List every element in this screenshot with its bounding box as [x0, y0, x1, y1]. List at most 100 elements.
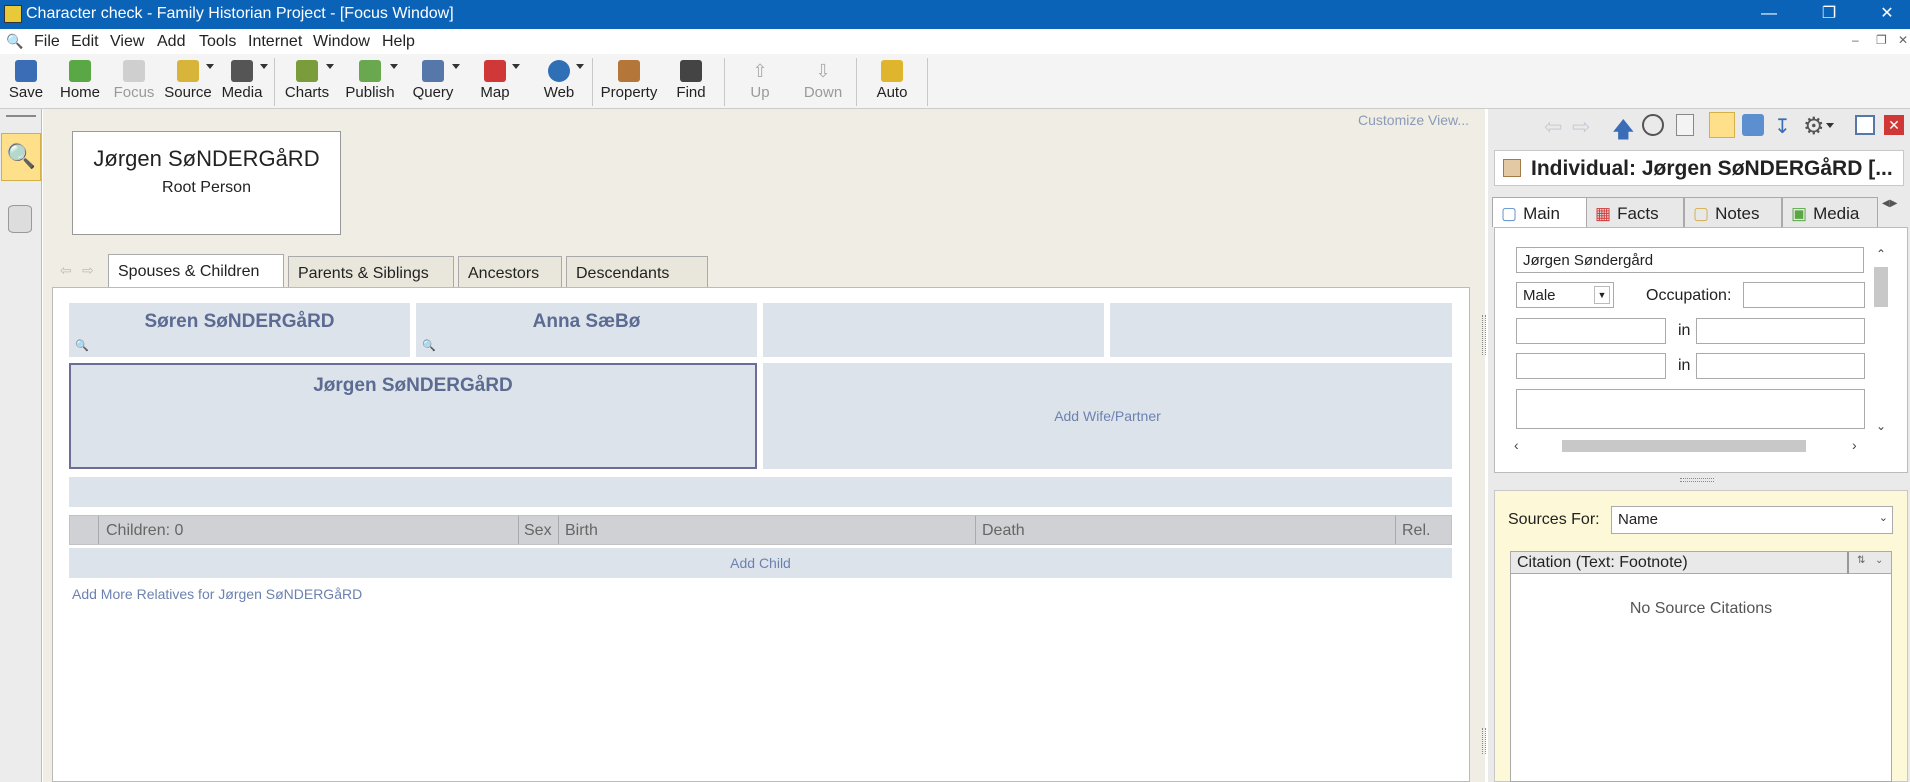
- query-button[interactable]: Query: [408, 56, 460, 108]
- add-child-link[interactable]: Add Child: [730, 555, 791, 571]
- save-button[interactable]: Save: [6, 56, 46, 108]
- mdi-minimize-icon[interactable]: –: [1852, 33, 1859, 47]
- focus-button[interactable]: Focus: [112, 56, 156, 108]
- root-person-card[interactable]: Jørgen SøNDERGåRD Root Person: [72, 131, 341, 235]
- scroll-left-icon[interactable]: ‹: [1514, 437, 1519, 453]
- add-child-row[interactable]: Add Child: [69, 548, 1452, 578]
- menu-app-icon[interactable]: 🔍: [6, 33, 23, 50]
- gear-icon[interactable]: ⚙: [1803, 112, 1825, 141]
- charts-button[interactable]: Charts: [282, 56, 334, 108]
- minimize-icon[interactable]: —: [1746, 0, 1792, 29]
- restore-icon[interactable]: ❐: [1806, 0, 1852, 29]
- add-more-relatives-link[interactable]: Add More Relatives for Jørgen SøNDERGåRD: [72, 586, 362, 602]
- tab-spouses-children[interactable]: Spouses & Children: [108, 254, 284, 288]
- birth-place-field[interactable]: [1696, 318, 1865, 344]
- scroll-thumb[interactable]: [1562, 440, 1806, 452]
- back-icon[interactable]: ⇦: [60, 262, 72, 279]
- close-icon[interactable]: ✕: [1884, 115, 1904, 135]
- home-button[interactable]: Home: [58, 56, 102, 108]
- death-place-field[interactable]: [1696, 353, 1865, 379]
- focus-person-box[interactable]: Jørgen SøNDERGåRD: [69, 363, 757, 469]
- splitter-grip[interactable]: [1482, 315, 1486, 355]
- forward-icon[interactable]: ⇨: [82, 262, 94, 279]
- name-field[interactable]: Jørgen Søndergård: [1516, 247, 1864, 273]
- col-rel[interactable]: Rel.: [1402, 522, 1430, 540]
- chevron-down-icon[interactable]: ⌄: [1879, 511, 1888, 524]
- tab-scroll-icon[interactable]: ◀▶: [1882, 198, 1897, 209]
- menu-file[interactable]: File: [34, 33, 60, 51]
- chevron-down-icon[interactable]: ⌄: [1875, 555, 1883, 566]
- birth-date-field[interactable]: [1516, 318, 1666, 344]
- splitter-grip[interactable]: [1482, 728, 1486, 754]
- menu-help[interactable]: Help: [382, 33, 415, 51]
- father-box[interactable]: Søren SøNDERGåRD 🔍: [69, 303, 410, 357]
- menu-internet[interactable]: Internet: [248, 33, 302, 51]
- menu-window[interactable]: Window: [313, 33, 370, 51]
- map-button[interactable]: Map: [472, 56, 520, 108]
- sex-select[interactable]: Male ▼: [1516, 282, 1614, 308]
- chevron-down-icon[interactable]: ▼: [1594, 286, 1610, 304]
- pin-icon[interactable]: ↧: [1774, 114, 1791, 139]
- delete-record-icon[interactable]: [1676, 114, 1694, 136]
- chevron-down-icon[interactable]: [260, 64, 268, 69]
- chevron-down-icon[interactable]: [452, 64, 460, 69]
- chevron-down-icon[interactable]: [206, 64, 214, 69]
- splitter-grip[interactable]: [1680, 478, 1714, 482]
- menu-edit[interactable]: Edit: [71, 33, 99, 51]
- tab-ancestors[interactable]: Ancestors: [458, 256, 562, 287]
- database-icon[interactable]: [8, 205, 32, 233]
- back-icon[interactable]: ⇦: [1544, 114, 1562, 140]
- col-birth[interactable]: Birth: [565, 522, 598, 540]
- horizontal-scrollbar[interactable]: ‹ ›: [1512, 437, 1866, 455]
- add-partner-box[interactable]: Add Wife/Partner: [763, 363, 1452, 469]
- up-button[interactable]: ⇧ Up: [740, 56, 780, 108]
- find-button[interactable]: Find: [670, 56, 712, 108]
- scroll-up-icon[interactable]: ⌃: [1872, 247, 1890, 261]
- auto-button[interactable]: Auto: [872, 56, 912, 108]
- mdi-close-icon[interactable]: ✕: [1898, 33, 1908, 47]
- chevron-down-icon[interactable]: [576, 64, 584, 69]
- menu-tools[interactable]: Tools: [199, 33, 236, 51]
- col-sex[interactable]: Sex: [524, 522, 552, 540]
- grip-icon[interactable]: [6, 115, 36, 117]
- app-icon[interactable]: [4, 5, 22, 23]
- magnifier-icon[interactable]: 🔍: [422, 339, 436, 352]
- source-button[interactable]: Source: [164, 56, 214, 108]
- chevron-down-icon[interactable]: [326, 64, 334, 69]
- chevron-down-icon[interactable]: [512, 64, 520, 69]
- scroll-thumb[interactable]: [1874, 267, 1888, 307]
- tab-media[interactable]: ▣ Media: [1782, 197, 1878, 227]
- tab-facts[interactable]: ▦ Facts: [1586, 197, 1684, 227]
- col-death[interactable]: Death: [982, 522, 1025, 540]
- occupation-field[interactable]: [1743, 282, 1865, 308]
- menu-view[interactable]: View: [110, 33, 144, 51]
- close-icon[interactable]: ✕: [1864, 0, 1910, 29]
- vertical-scrollbar[interactable]: ⌃ ⌄: [1872, 247, 1890, 433]
- sources-for-select[interactable]: Name ⌄: [1611, 506, 1893, 534]
- col-children[interactable]: Children: 0: [106, 522, 183, 540]
- people-icon[interactable]: [1742, 114, 1764, 136]
- publish-button[interactable]: Publish: [344, 56, 398, 108]
- tab-main[interactable]: ▢ Main: [1492, 197, 1587, 227]
- customize-view-link[interactable]: Customize View...: [1358, 112, 1469, 128]
- chevron-down-icon[interactable]: [1826, 123, 1834, 128]
- mother-box[interactable]: Anna SæBø 🔍: [416, 303, 757, 357]
- media-button[interactable]: Media: [218, 56, 268, 108]
- tab-descendants[interactable]: Descendants: [566, 256, 708, 287]
- sort-icon[interactable]: ⇅: [1857, 555, 1865, 566]
- menu-add[interactable]: Add: [157, 33, 185, 51]
- arrow-up-icon[interactable]: 🡅: [1612, 113, 1635, 151]
- web-button[interactable]: Web: [536, 56, 584, 108]
- tab-notes[interactable]: ▢ Notes: [1684, 197, 1782, 227]
- scroll-down-icon[interactable]: ⌄: [1872, 419, 1890, 433]
- source-pane-icon[interactable]: [1709, 112, 1735, 138]
- property-button[interactable]: Property: [598, 56, 660, 108]
- chevron-down-icon[interactable]: [390, 64, 398, 69]
- add-partner-link[interactable]: Add Wife/Partner: [763, 363, 1452, 424]
- down-button[interactable]: ⇩ Down: [800, 56, 846, 108]
- magnifier-icon[interactable]: [1642, 114, 1664, 136]
- forward-icon[interactable]: ⇨: [1572, 114, 1590, 140]
- restore-pane-icon[interactable]: [1855, 115, 1875, 135]
- magnifier-icon[interactable]: 🔍: [75, 339, 89, 352]
- focus-view-icon[interactable]: 🔍: [1, 133, 41, 181]
